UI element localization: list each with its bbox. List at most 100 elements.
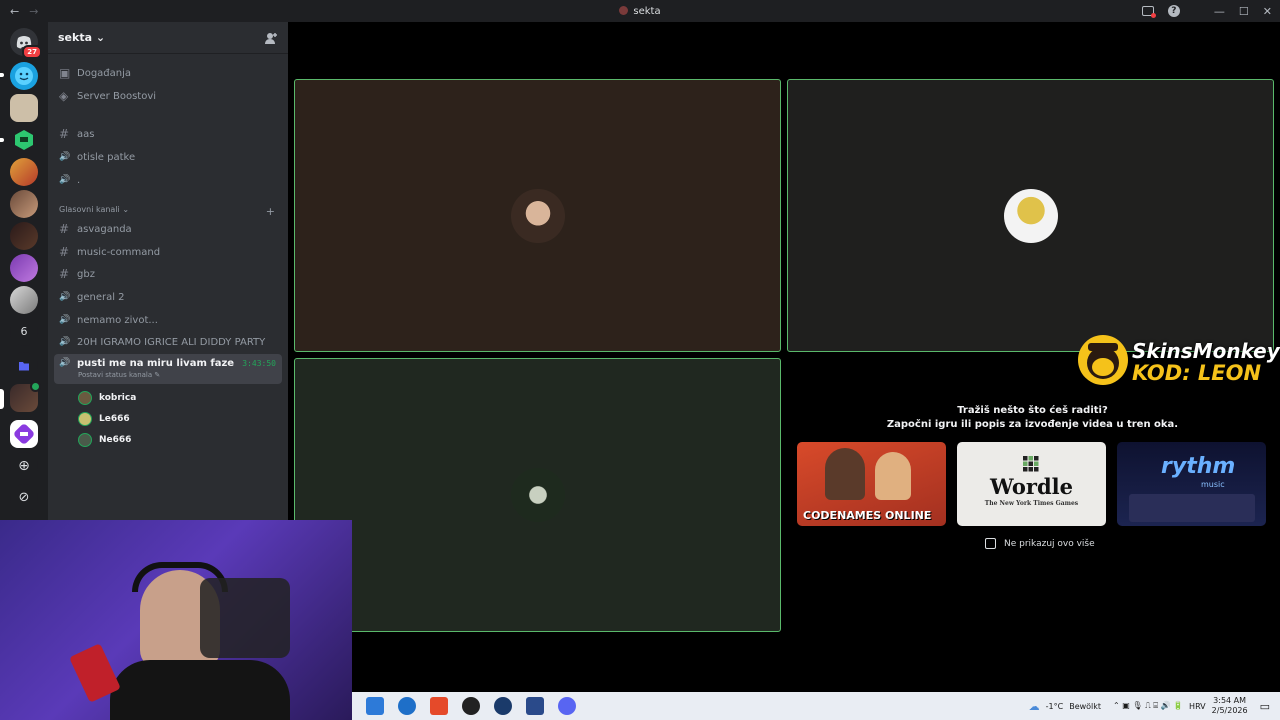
activity-card-rythm[interactable]: rythm music [1117,442,1266,526]
dont-show-again-checkbox[interactable]: Ne prikazuj ovo više [985,538,1095,549]
weather-text: Bewölkt [1069,701,1102,711]
smiley-icon [15,67,33,85]
speaker-active-icon: 🔊 [59,358,71,368]
text-channel[interactable]: # asvaganda [54,218,282,240]
activity-card-wordle[interactable]: Wordle The New York Times Games [957,442,1106,526]
voice-channel[interactable]: 🔊 otisle patke [54,146,282,168]
voice-user[interactable]: Le666 [78,410,130,428]
category-voice-channels[interactable]: Glasovni kanali ⌄ + [59,205,275,218]
participant-tile[interactable] [787,79,1274,352]
voice-channel[interactable]: 🔊. [54,169,282,191]
voice-user[interactable]: kobrica [78,389,136,407]
channel-events[interactable]: ▣ Događanja [54,62,282,84]
channel-server-boosts[interactable]: ◈ Server Boostovi [54,85,282,107]
checkbox-label: Ne prikazuj ovo više [1004,538,1095,549]
server-emoji-icon [619,5,629,15]
steam-icon[interactable] [494,697,512,715]
server-icon[interactable] [10,94,38,122]
discord-taskbar-icon[interactable] [558,697,576,715]
server-icon-sekta[interactable] [10,381,41,412]
discover-compass-icon[interactable]: ⊘ [10,484,38,512]
app-icon[interactable] [526,697,544,715]
help-icon[interactable]: ? [1167,5,1180,17]
channel-label: otisle patke [77,151,136,163]
unread-indicator [0,138,4,142]
set-channel-status[interactable]: Postavi status kanala ✎ [78,371,160,379]
server-folder[interactable] [10,352,38,380]
voice-channel[interactable]: 🔊 20H IGRAMO IGRICE ALI DIDDY PARTY [54,331,282,353]
sponsor-brand: SkinsMonkey [1132,339,1280,363]
server-icon[interactable] [10,158,38,186]
speaker-icon: 🔊 [59,175,71,185]
channel-label: Događanja [77,67,132,79]
checkbox-box[interactable] [985,538,996,549]
server-folder[interactable]: 6 [10,318,38,346]
character-illustration [875,452,911,500]
add-server-icon[interactable]: ⊕ [10,452,38,480]
brave-browser-icon[interactable] [430,697,448,715]
add-channel-icon[interactable]: + [266,205,275,218]
character-illustration [825,448,865,500]
close-button[interactable]: ✕ [1263,5,1272,18]
speaker-icon: 🔊 [59,337,71,347]
speaker-icon: 🔊 [59,292,71,302]
server-icon[interactable] [10,62,38,90]
tray-icons[interactable]: ⌃ ▣ 🎙 ⎍ ⌸ 🔊 🔋 [1113,701,1183,711]
forward-arrow-icon[interactable]: → [29,5,38,18]
hashtag-icon: # [59,267,70,281]
server-name-text: sekta [58,31,93,44]
server-icon[interactable] [10,126,38,154]
start-button-icon[interactable] [366,697,384,715]
window-title: sekta [0,5,1280,17]
voice-channel[interactable]: 🔊 general 2 [54,286,282,308]
server-icon[interactable] [10,190,38,218]
avatar [510,188,565,243]
text-channel[interactable]: # aas [54,123,282,145]
streamer-shirt [110,660,290,720]
server-icon[interactable] [10,286,38,314]
card-title: Wordle [990,474,1073,499]
voice-user[interactable]: Ne666 [78,431,131,449]
server-name: sekta ⌄ [58,31,105,44]
direct-messages-button[interactable]: 27 [10,28,42,59]
input-language[interactable]: HRV [1189,702,1206,711]
calendar-icon: ▣ [59,66,71,80]
voice-channel-active[interactable]: 🔊 pusti me na miru livam faze 3:43:50 Po… [54,354,282,384]
card-title: CODENAMES ONLINE [803,509,932,522]
inbox-icon[interactable] [1141,6,1156,18]
monkey-face-icon [1087,343,1119,379]
minimize-button[interactable]: — [1214,5,1225,18]
notifications-icon[interactable]: ▭ [1260,700,1270,713]
channel-label: aas [77,128,95,140]
channel-label: . [77,174,81,186]
activity-card-codenames[interactable]: CODENAMES ONLINE [797,442,946,526]
participant-tile[interactable] [294,358,781,632]
channel-sidebar: sekta ⌄ ▣ Događanja ◈ Server Boostovi # aas… [48,22,288,520]
server-icon[interactable] [10,254,38,282]
server-icon[interactable] [10,222,38,250]
server-list: 27 6 ⊕ ⊘ [0,22,48,520]
app-icon [14,424,34,444]
maximize-button[interactable]: ☐ [1239,5,1249,18]
obs-icon[interactable] [462,697,480,715]
unread-badge: 27 [22,45,42,59]
channel-label: Server Boostovi [77,90,157,102]
server-header[interactable]: sekta ⌄ [48,22,288,54]
text-channel[interactable]: # music-command [54,241,282,263]
server-icon[interactable] [10,420,38,448]
voice-timer: 3:43:50 [242,359,276,368]
boost-icon: ◈ [59,89,69,103]
back-arrow-icon[interactable]: ← [10,5,19,18]
avatar [510,468,565,522]
green-robot-icon [15,130,33,150]
invite-people-icon[interactable] [264,31,278,45]
voice-channel[interactable]: 🔊 nemamo zivot... [54,309,282,331]
clock[interactable]: 3:54 AM 2/5/2026 [1212,696,1248,716]
speaker-icon: 🔊 [59,315,71,325]
speaker-icon: 🔊 [59,152,71,162]
participant-tile[interactable] [294,79,781,352]
card-subtitle: The New York Times Games [984,500,1079,507]
text-channel[interactable]: # gbz [54,263,282,285]
clock-time: 3:54 AM [1213,696,1247,705]
outlook-icon[interactable] [398,697,416,715]
